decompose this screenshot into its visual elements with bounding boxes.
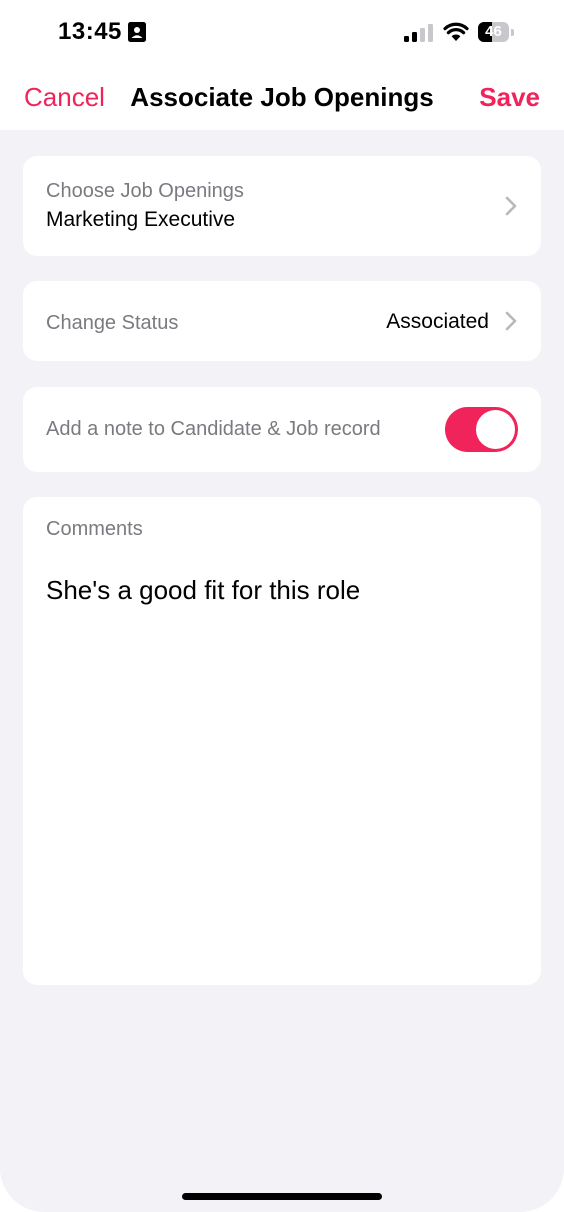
change-status-value: Associated [386,310,489,333]
status-time: 13:45 [58,18,122,45]
screen: 13:45 46 Cancel Associate Job Openings S… [0,0,564,1212]
home-indicator [182,1193,382,1200]
comments-card[interactable]: Comments She's a good fit for this role [23,497,541,985]
person-card-icon [128,22,146,42]
comments-label: Comments [46,518,143,540]
chevron-right-icon [505,311,517,331]
add-note-label: Add a note to Candidate & Job record [46,418,381,440]
choose-job-openings-row[interactable]: Choose Job Openings Marketing Executive [23,156,541,256]
save-button[interactable]: Save [479,82,540,113]
top-bar: 13:45 46 Cancel Associate Job Openings S… [0,0,564,130]
choose-job-openings-label: Choose Job Openings [46,180,244,202]
add-note-row: Add a note to Candidate & Job record [23,387,541,472]
wifi-icon [443,22,469,41]
choose-job-openings-value: Marketing Executive [46,208,236,231]
change-status-label: Change Status [46,312,179,334]
change-status-row[interactable]: Change Status Associated [23,281,541,361]
cancel-button[interactable]: Cancel [24,82,105,113]
toggle-knob [476,410,515,449]
add-note-toggle[interactable] [445,407,518,452]
battery-level-text: 46 [485,23,502,40]
cellular-signal-icon [404,24,433,42]
chevron-right-icon [505,196,517,216]
battery-icon: 46 [478,22,514,42]
comments-text-field[interactable]: She's a good fit for this role [46,575,360,606]
